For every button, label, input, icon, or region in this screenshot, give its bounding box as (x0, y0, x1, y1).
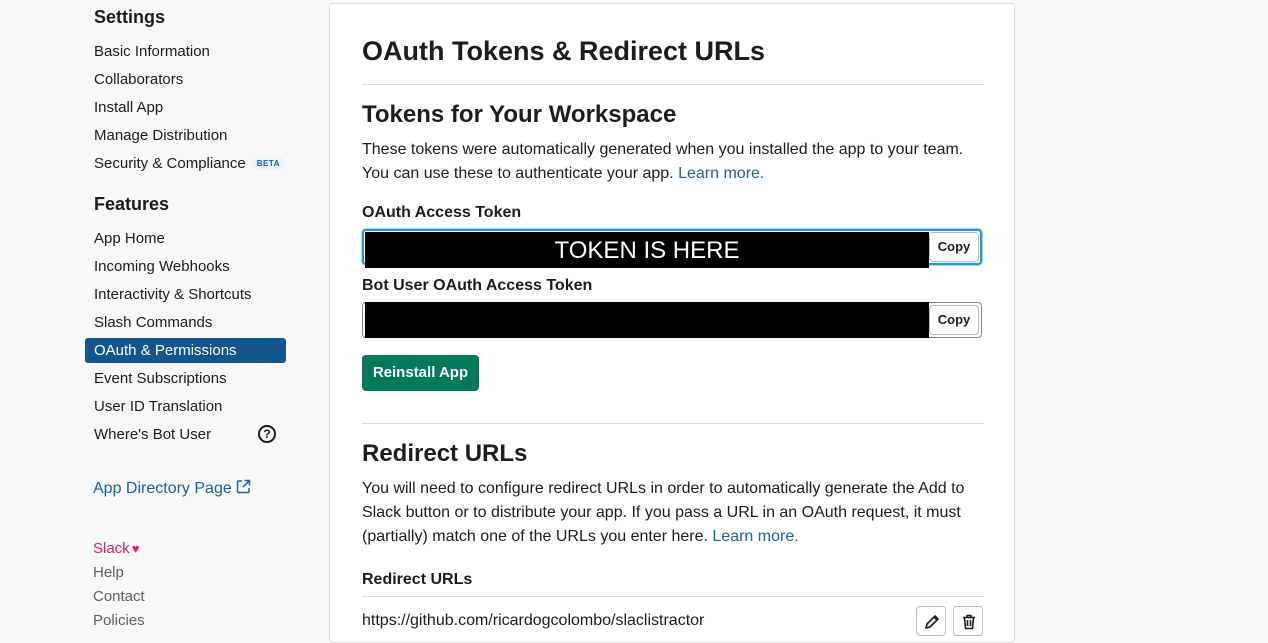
sidebar-item-label: Install App (94, 99, 164, 116)
sidebar-item-slash-commands[interactable]: Slash Commands (85, 310, 286, 335)
oauth-token-redaction: TOKEN IS HERE (365, 232, 929, 268)
section-divider (362, 423, 984, 424)
oauth-token-label: OAuth Access Token (362, 204, 522, 221)
bot-token-redaction (365, 302, 929, 338)
features-heading: Features (94, 194, 170, 214)
beta-badge: BETA (251, 157, 285, 170)
copy-oauth-token-button[interactable]: Copy (929, 232, 979, 262)
sidebar-item-label: OAuth & Permissions (94, 342, 237, 359)
sidebar-item-user-id-translation[interactable]: User ID Translation (85, 394, 286, 419)
bot-token-label: Bot User OAuth Access Token (362, 277, 593, 294)
sidebar-item-collaborators[interactable]: Collaborators (85, 67, 286, 92)
sidebar-item-wheres-bot-user[interactable]: Where's Bot User (85, 422, 245, 447)
redirect-learn-more-link[interactable]: Learn more. (712, 528, 798, 545)
sidebar-item-label: Basic Information (94, 43, 210, 60)
sidebar-item-label: Security & Compliance (94, 155, 246, 172)
oauth-token-field[interactable]: TOKEN IS HERE Copy (362, 229, 982, 268)
policies-link[interactable]: Policies (93, 612, 145, 629)
help-link[interactable]: Help (93, 564, 124, 581)
redirect-url-item: https://github.com/ricardogcolombo/slacl… (362, 612, 705, 629)
redirect-description-text: You will need to configure redirect URLs… (362, 480, 965, 545)
tokens-learn-more-link[interactable]: Learn more. (678, 165, 764, 182)
sidebar: Settings Basic Information Collaborators… (0, 0, 320, 629)
question-circle-icon[interactable]: ? (258, 425, 276, 443)
sidebar-item-label: User ID Translation (94, 398, 223, 415)
sidebar-item-label: Manage Distribution (94, 127, 228, 144)
sidebar-item-label: Event Subscriptions (94, 370, 227, 387)
settings-heading: Settings (94, 7, 166, 27)
sidebar-item-label: App Home (94, 230, 165, 247)
sidebar-item-event-subscriptions[interactable]: Event Subscriptions (85, 366, 286, 391)
sidebar-item-security-compliance[interactable]: Security & Compliance BETA (85, 151, 286, 176)
sidebar-item-label: Where's Bot User (94, 426, 212, 443)
page-title: OAuth Tokens & Redirect URLs (362, 36, 766, 66)
redirect-section-title: Redirect URLs (362, 440, 528, 467)
sidebar-item-label: Incoming Webhooks (94, 258, 230, 275)
redirect-urls-label: Redirect URLs (362, 571, 473, 588)
sidebar-item-label: Slash Commands (94, 314, 213, 331)
sidebar-item-app-home[interactable]: App Home (85, 226, 286, 251)
sidebar-item-manage-distribution[interactable]: Manage Distribution (85, 123, 286, 148)
heart-icon: ♥ (131, 541, 140, 556)
tokens-description-text: These tokens were automatically generate… (362, 141, 964, 182)
copy-bot-token-button[interactable]: Copy (929, 305, 979, 335)
edit-url-button[interactable] (916, 606, 946, 636)
tokens-description: These tokens were automatically generate… (362, 138, 984, 186)
external-link-icon (236, 479, 251, 499)
app-directory-link[interactable]: App Directory Page (93, 479, 251, 499)
bot-token-field[interactable]: Copy (362, 302, 982, 338)
app-directory-link-label: App Directory Page (93, 480, 232, 497)
sidebar-item-interactivity-shortcuts[interactable]: Interactivity & Shortcuts (85, 282, 286, 307)
redirect-description: You will need to configure redirect URLs… (362, 477, 984, 549)
sidebar-item-incoming-webhooks[interactable]: Incoming Webhooks (85, 254, 286, 279)
title-divider (362, 84, 984, 85)
tokens-section-title: Tokens for Your Workspace (362, 101, 677, 128)
redirect-list-divider (362, 596, 984, 597)
reinstall-app-button[interactable]: Reinstall App (362, 355, 479, 391)
sidebar-item-label: Interactivity & Shortcuts (94, 286, 252, 303)
sidebar-item-basic-information[interactable]: Basic Information (85, 39, 286, 64)
sidebar-item-install-app[interactable]: Install App (85, 95, 286, 120)
sidebar-item-label: Collaborators (94, 71, 184, 88)
slack-link[interactable]: Slack ♥ (93, 540, 139, 557)
contact-link[interactable]: Contact (93, 588, 145, 605)
slack-link-label: Slack (93, 540, 130, 557)
sidebar-item-oauth-permissions[interactable]: OAuth & Permissions (85, 338, 286, 363)
delete-url-button[interactable] (953, 606, 983, 636)
